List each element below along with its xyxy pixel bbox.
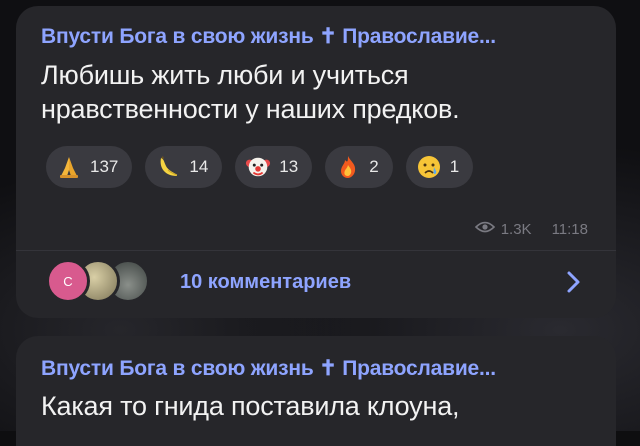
reaction-count: 1: [449, 157, 460, 176]
reactions-bar: 137 14 13 2 1: [46, 146, 474, 188]
chevron-right-icon: [562, 267, 586, 297]
message-text-line: Какая то гнида поставила клоуна,: [41, 391, 460, 421]
comments-label: 10 комментариев: [180, 271, 352, 293]
avatar: C: [46, 259, 90, 303]
reaction-count: 13: [279, 157, 299, 176]
commenter-avatars: C: [46, 259, 156, 305]
comments-button[interactable]: C 10 комментариев: [16, 251, 616, 318]
praying-hands-icon: [56, 154, 82, 180]
reaction-banana[interactable]: 14: [145, 146, 223, 188]
reaction-count: 137: [90, 157, 119, 176]
message-text-line: нравственности у наших предков.: [41, 94, 460, 124]
reaction-praying-hands[interactable]: 137: [46, 146, 133, 188]
message-meta: 1.3K 11:18: [474, 220, 588, 238]
eye-icon: [474, 220, 495, 238]
clown-face-icon: [245, 154, 271, 180]
message-text-line: Любишь жить люби и учиться: [41, 60, 409, 90]
reaction-crying[interactable]: 1: [405, 146, 474, 188]
reaction-clown[interactable]: 13: [235, 146, 313, 188]
message-time: 11:18: [551, 220, 588, 238]
crying-face-icon: [416, 154, 442, 180]
channel-name[interactable]: Впусти Бога в свою жизнь ✝ Православие..…: [41, 356, 601, 381]
reaction-fire[interactable]: 2: [325, 146, 393, 188]
reaction-count: 2: [369, 157, 379, 176]
channel-name[interactable]: Впусти Бога в свою жизнь ✝ Православие..…: [41, 24, 601, 49]
message-text: Любишь жить люби и учиться нравственност…: [41, 58, 601, 126]
fire-icon: [335, 154, 361, 180]
message-text: Какая то гнида поставила клоуна,: [41, 389, 601, 423]
reaction-count: 14: [189, 157, 209, 176]
message-bubble[interactable]: Впусти Бога в свою жизнь ✝ Православие..…: [16, 336, 616, 446]
views-count: 1.3K: [500, 220, 532, 238]
banana-icon: [155, 154, 181, 180]
message-bubble[interactable]: Впусти Бога в свою жизнь ✝ Православие..…: [16, 6, 616, 318]
